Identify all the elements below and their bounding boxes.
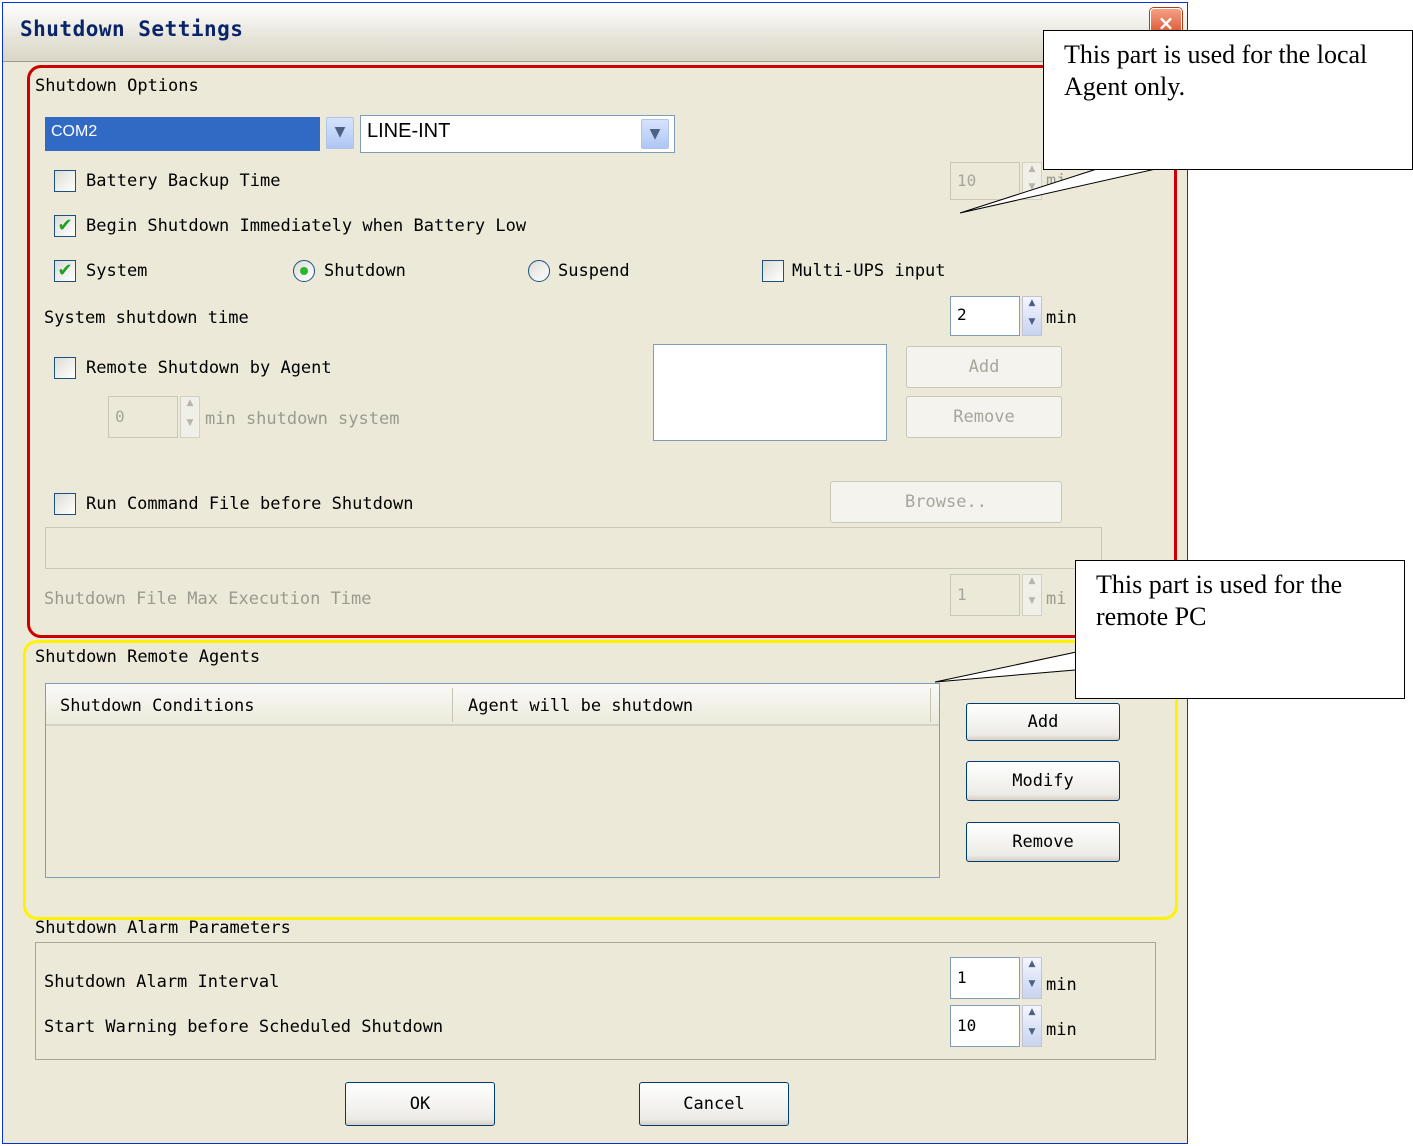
remote-pc-callout: This part is used for the remote PC	[1075, 560, 1405, 699]
local-agent-callout: This part is used for the local Agent on…	[1043, 30, 1413, 170]
local-callout-pointer	[959, 167, 1161, 214]
